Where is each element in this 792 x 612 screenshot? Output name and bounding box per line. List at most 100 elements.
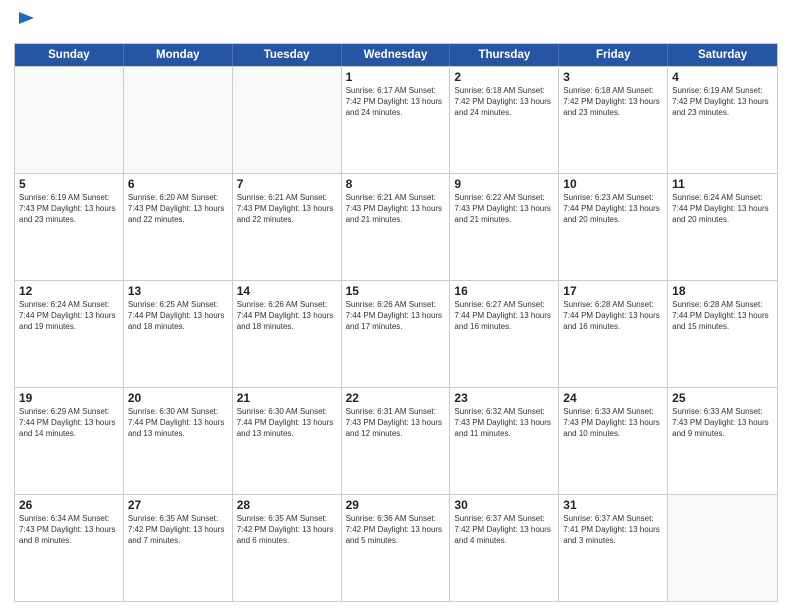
calendar-week-3: 19 Sunrise: 6:29 AM Sunset: 7:44 PM Dayli… <box>15 387 777 494</box>
calendar-cell: 30 Sunrise: 6:37 AM Sunset: 7:42 PM Dayli… <box>450 495 559 601</box>
calendar-cell: 1 Sunrise: 6:17 AM Sunset: 7:42 PM Daylig… <box>342 67 451 173</box>
calendar-cell: 22Sunrise: 6:31 AM Sunset: 7:43 PM Dayli… <box>342 388 451 494</box>
day-number: 16 <box>454 284 554 298</box>
day-info: Sunrise: 6:26 AM Sunset: 7:44 PM Dayligh… <box>346 300 446 332</box>
calendar-cell: 12Sunrise: 6:24 AM Sunset: 7:44 PM Dayli… <box>15 281 124 387</box>
calendar-cell: 27Sunrise: 6:35 AM Sunset: 7:42 PM Dayli… <box>124 495 233 601</box>
calendar-cell: 8Sunrise: 6:21 AM Sunset: 7:43 PM Daylig… <box>342 174 451 280</box>
day-number: 19 <box>19 391 119 405</box>
calendar-header-cell-saturday: Saturday <box>668 44 777 66</box>
day-info: Sunrise: 6:37 AM Sunset: 7:42 PM Dayligh… <box>454 514 554 546</box>
calendar-header-row: SundayMondayTuesdayWednesdayThursdayFrid… <box>15 44 777 66</box>
calendar-cell: 11 Sunrise: 6:24 AM Sunset: 7:44 PM Dayli… <box>668 174 777 280</box>
day-info: Sunrise: 6:31 AM Sunset: 7:43 PM Dayligh… <box>346 407 446 439</box>
day-number: 17 <box>563 284 663 298</box>
day-number: 31 <box>563 498 663 512</box>
calendar-header-cell-thursday: Thursday <box>450 44 559 66</box>
calendar-cell: 7 Sunrise: 6:21 AM Sunset: 7:43 PM Daylig… <box>233 174 342 280</box>
day-number: 15 <box>346 284 446 298</box>
calendar-cell: 3 Sunrise: 6:18 AM Sunset: 7:42 PM Daylig… <box>559 67 668 173</box>
day-info: Sunrise: 6:27 AM Sunset: 7:44 PM Dayligh… <box>454 300 554 332</box>
day-info: Sunrise: 6:33 AM Sunset: 7:43 PM Dayligh… <box>563 407 663 439</box>
day-number: 18 <box>672 284 773 298</box>
day-number: 30 <box>454 498 554 512</box>
day-number: 25 <box>672 391 773 405</box>
calendar-cell: 25 Sunrise: 6:33 AM Sunset: 7:43 PM Dayli… <box>668 388 777 494</box>
day-info: Sunrise: 6:35 AM Sunset: 7:42 PM Dayligh… <box>237 514 337 546</box>
day-info: Sunrise: 6:37 AM Sunset: 7:41 PM Dayligh… <box>563 514 663 546</box>
day-number: 2 <box>454 70 554 84</box>
day-number: 20 <box>128 391 228 405</box>
calendar-cell: 28 Sunrise: 6:35 AM Sunset: 7:42 PM Dayli… <box>233 495 342 601</box>
day-info: Sunrise: 6:28 AM Sunset: 7:44 PM Dayligh… <box>563 300 663 332</box>
calendar-cell: 21 Sunrise: 6:30 AM Sunset: 7:44 PM Dayli… <box>233 388 342 494</box>
calendar-cell <box>124 67 233 173</box>
day-info: Sunrise: 6:28 AM Sunset: 7:44 PM Dayligh… <box>672 300 773 332</box>
calendar-header-cell-monday: Monday <box>124 44 233 66</box>
calendar-week-1: 5 Sunrise: 6:19 AM Sunset: 7:43 PM Daylig… <box>15 173 777 280</box>
calendar-cell: 5 Sunrise: 6:19 AM Sunset: 7:43 PM Daylig… <box>15 174 124 280</box>
day-number: 28 <box>237 498 337 512</box>
calendar-cell: 2 Sunrise: 6:18 AM Sunset: 7:42 PM Daylig… <box>450 67 559 173</box>
calendar: SundayMondayTuesdayWednesdayThursdayFrid… <box>14 43 778 602</box>
calendar-week-0: 1 Sunrise: 6:17 AM Sunset: 7:42 PM Daylig… <box>15 66 777 173</box>
calendar-cell: 16 Sunrise: 6:27 AM Sunset: 7:44 PM Dayli… <box>450 281 559 387</box>
day-info: Sunrise: 6:22 AM Sunset: 7:43 PM Dayligh… <box>454 193 554 225</box>
day-info: Sunrise: 6:30 AM Sunset: 7:44 PM Dayligh… <box>237 407 337 439</box>
day-number: 4 <box>672 70 773 84</box>
calendar-cell: 29Sunrise: 6:36 AM Sunset: 7:42 PM Dayli… <box>342 495 451 601</box>
day-info: Sunrise: 6:23 AM Sunset: 7:44 PM Dayligh… <box>563 193 663 225</box>
day-info: Sunrise: 6:18 AM Sunset: 7:42 PM Dayligh… <box>563 86 663 118</box>
day-info: Sunrise: 6:25 AM Sunset: 7:44 PM Dayligh… <box>128 300 228 332</box>
day-info: Sunrise: 6:24 AM Sunset: 7:44 PM Dayligh… <box>672 193 773 225</box>
calendar-cell <box>233 67 342 173</box>
day-number: 23 <box>454 391 554 405</box>
day-number: 7 <box>237 177 337 191</box>
calendar-cell: 4 Sunrise: 6:19 AM Sunset: 7:42 PM Daylig… <box>668 67 777 173</box>
day-info: Sunrise: 6:17 AM Sunset: 7:42 PM Dayligh… <box>346 86 446 118</box>
day-number: 21 <box>237 391 337 405</box>
day-info: Sunrise: 6:35 AM Sunset: 7:42 PM Dayligh… <box>128 514 228 546</box>
day-info: Sunrise: 6:36 AM Sunset: 7:42 PM Dayligh… <box>346 514 446 546</box>
calendar-cell: 23 Sunrise: 6:32 AM Sunset: 7:43 PM Dayli… <box>450 388 559 494</box>
calendar-cell <box>15 67 124 173</box>
calendar-header-cell-friday: Friday <box>559 44 668 66</box>
day-number: 13 <box>128 284 228 298</box>
day-info: Sunrise: 6:34 AM Sunset: 7:43 PM Dayligh… <box>19 514 119 546</box>
day-number: 6 <box>128 177 228 191</box>
calendar-cell: 19 Sunrise: 6:29 AM Sunset: 7:44 PM Dayli… <box>15 388 124 494</box>
calendar-cell: 18 Sunrise: 6:28 AM Sunset: 7:44 PM Dayli… <box>668 281 777 387</box>
calendar-header-cell-wednesday: Wednesday <box>342 44 451 66</box>
page: SundayMondayTuesdayWednesdayThursdayFrid… <box>0 0 792 612</box>
day-number: 5 <box>19 177 119 191</box>
calendar-cell: 9 Sunrise: 6:22 AM Sunset: 7:43 PM Daylig… <box>450 174 559 280</box>
calendar-header-cell-tuesday: Tuesday <box>233 44 342 66</box>
logo <box>14 10 38 37</box>
day-number: 3 <box>563 70 663 84</box>
day-info: Sunrise: 6:32 AM Sunset: 7:43 PM Dayligh… <box>454 407 554 439</box>
calendar-cell: 17 Sunrise: 6:28 AM Sunset: 7:44 PM Dayli… <box>559 281 668 387</box>
day-info: Sunrise: 6:21 AM Sunset: 7:43 PM Dayligh… <box>237 193 337 225</box>
day-info: Sunrise: 6:18 AM Sunset: 7:42 PM Dayligh… <box>454 86 554 118</box>
day-number: 14 <box>237 284 337 298</box>
day-number: 11 <box>672 177 773 191</box>
day-info: Sunrise: 6:20 AM Sunset: 7:43 PM Dayligh… <box>128 193 228 225</box>
calendar-cell: 15 Sunrise: 6:26 AM Sunset: 7:44 PM Dayli… <box>342 281 451 387</box>
calendar-cell: 14 Sunrise: 6:26 AM Sunset: 7:44 PM Dayli… <box>233 281 342 387</box>
day-info: Sunrise: 6:30 AM Sunset: 7:44 PM Dayligh… <box>128 407 228 439</box>
calendar-cell <box>668 495 777 601</box>
day-info: Sunrise: 6:33 AM Sunset: 7:43 PM Dayligh… <box>672 407 773 439</box>
day-info: Sunrise: 6:26 AM Sunset: 7:44 PM Dayligh… <box>237 300 337 332</box>
day-info: Sunrise: 6:19 AM Sunset: 7:42 PM Dayligh… <box>672 86 773 118</box>
day-number: 9 <box>454 177 554 191</box>
day-number: 1 <box>346 70 446 84</box>
calendar-body: 1 Sunrise: 6:17 AM Sunset: 7:42 PM Daylig… <box>15 66 777 601</box>
day-number: 26 <box>19 498 119 512</box>
day-info: Sunrise: 6:19 AM Sunset: 7:43 PM Dayligh… <box>19 193 119 225</box>
day-info: Sunrise: 6:21 AM Sunset: 7:43 PM Dayligh… <box>346 193 446 225</box>
day-info: Sunrise: 6:24 AM Sunset: 7:44 PM Dayligh… <box>19 300 119 332</box>
day-number: 24 <box>563 391 663 405</box>
calendar-cell: 10Sunrise: 6:23 AM Sunset: 7:44 PM Dayli… <box>559 174 668 280</box>
day-info: Sunrise: 6:29 AM Sunset: 7:44 PM Dayligh… <box>19 407 119 439</box>
calendar-header-cell-sunday: Sunday <box>15 44 124 66</box>
